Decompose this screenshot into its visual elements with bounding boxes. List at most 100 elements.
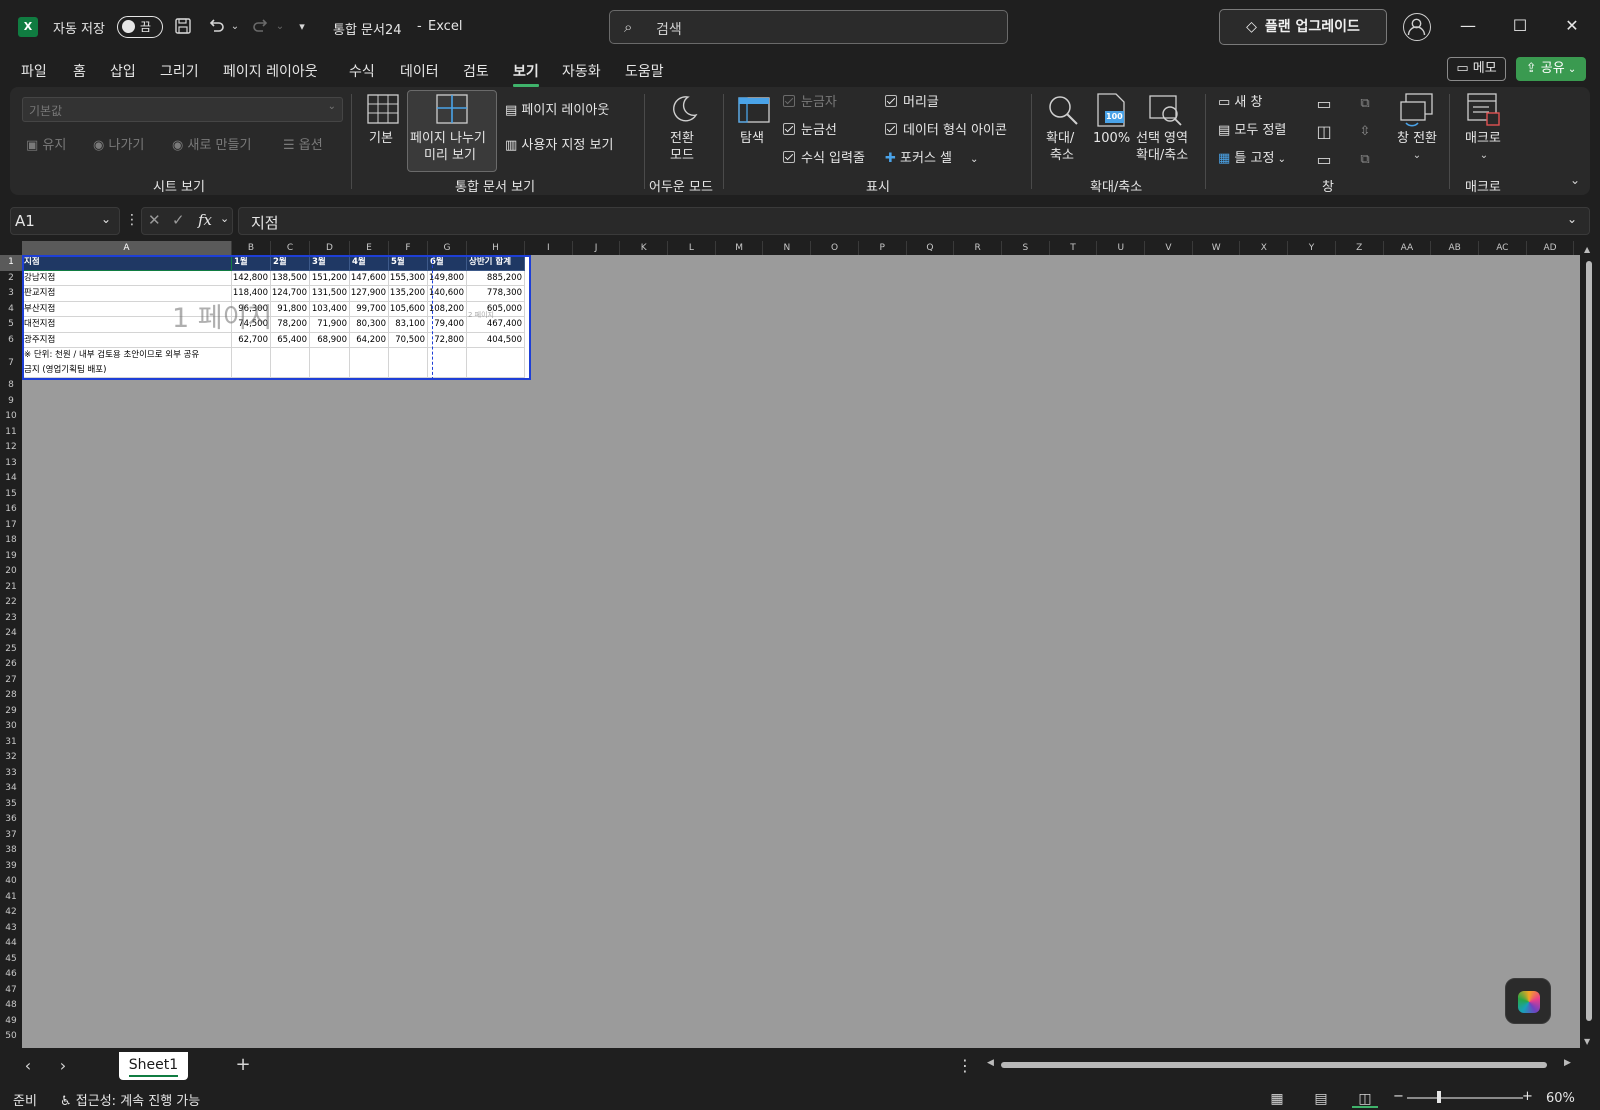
tab-page-layout[interactable]: 페이지 레이아웃 xyxy=(223,61,318,81)
sync-scroll-icon[interactable]: ⇳ xyxy=(1355,122,1375,142)
scroll-up-icon[interactable]: ▲ xyxy=(1584,245,1590,254)
switch-mode-label-2[interactable]: 모드 xyxy=(670,148,694,164)
row-header[interactable]: 27 xyxy=(0,673,22,689)
row-header[interactable]: 45 xyxy=(0,952,22,968)
row-header[interactable]: 37 xyxy=(0,828,22,844)
table-cell[interactable]: 155,300 xyxy=(389,270,428,286)
row-header[interactable]: 34 xyxy=(0,781,22,797)
share-button[interactable]: ⇪ 공유 ⌄ xyxy=(1516,57,1586,81)
row-header[interactable]: 15 xyxy=(0,487,22,503)
minimize-icon[interactable]: — xyxy=(1456,14,1480,38)
table-header-cell[interactable]: 6월 xyxy=(428,255,467,271)
scroll-right-icon[interactable]: ▶ xyxy=(1564,1058,1571,1068)
column-header[interactable]: AA xyxy=(1384,241,1432,255)
row-header[interactable]: 1 xyxy=(0,255,22,271)
column-header[interactable]: V xyxy=(1145,241,1193,255)
column-header[interactable]: AC xyxy=(1479,241,1527,255)
zoom-selection-label-2[interactable]: 확대/축소 xyxy=(1136,148,1188,164)
column-header[interactable]: T xyxy=(1050,241,1098,255)
gridlines-checkbox[interactable]: 눈금선 xyxy=(783,123,837,139)
column-header[interactable]: L xyxy=(668,241,716,255)
row-header[interactable]: 46 xyxy=(0,967,22,983)
horizontal-scrollbar[interactable] xyxy=(987,1060,1572,1070)
table-cell[interactable]: 127,900 xyxy=(350,286,389,302)
upgrade-plan-button[interactable]: ◇ 플랜 업그레이드 xyxy=(1219,9,1387,45)
row-header[interactable]: 40 xyxy=(0,874,22,890)
row-header[interactable]: 29 xyxy=(0,704,22,720)
redo-icon[interactable] xyxy=(250,16,272,41)
row-header[interactable]: 44 xyxy=(0,936,22,952)
row-header[interactable]: 5 xyxy=(0,317,22,333)
macros-icon[interactable] xyxy=(1467,93,1501,127)
zoom-in-icon[interactable]: + xyxy=(1522,1089,1533,1104)
navigation-pane-icon[interactable] xyxy=(738,97,770,123)
tab-automate[interactable]: 자동화 xyxy=(562,61,601,81)
column-header[interactable]: U xyxy=(1097,241,1146,255)
column-header[interactable]: N xyxy=(764,241,812,255)
row-header[interactable]: 43 xyxy=(0,921,22,937)
row-header[interactable]: 42 xyxy=(0,905,22,921)
row-header[interactable]: 35 xyxy=(0,797,22,813)
row-header[interactable]: 10 xyxy=(0,409,22,425)
row-header[interactable]: 30 xyxy=(0,719,22,735)
row-header[interactable]: 6 xyxy=(0,333,22,349)
column-header[interactable]: I xyxy=(525,241,573,255)
switch-windows-label[interactable]: 창 전환 xyxy=(1397,131,1437,147)
headings-checkbox[interactable]: 머리글 xyxy=(885,95,939,111)
undo-dropdown-icon[interactable]: ⌄ xyxy=(229,17,241,37)
column-header[interactable]: X xyxy=(1241,241,1289,255)
page-layout-button[interactable]: ▤ 페이지 레이아웃 xyxy=(505,103,609,119)
freeze-panes-button[interactable]: ▦ 틀 고정 ⌄ xyxy=(1218,151,1286,168)
formula-input[interactable]: 지점 ⌄ xyxy=(238,207,1590,235)
cancel-icon[interactable]: ✕ xyxy=(148,211,161,229)
column-header[interactable]: J xyxy=(573,241,621,255)
row-header[interactable]: 38 xyxy=(0,843,22,859)
tab-file[interactable]: 파일 xyxy=(21,61,47,81)
column-header[interactable]: B xyxy=(232,241,271,255)
column-header[interactable]: C xyxy=(271,241,310,255)
row-header[interactable]: 7 xyxy=(0,348,22,378)
table-cell[interactable]: 강남지점 xyxy=(22,270,232,286)
row-header[interactable]: 28 xyxy=(0,688,22,704)
data-format-icons-checkbox[interactable]: 데이터 형식 아이콘 xyxy=(885,123,1007,139)
normal-view-label[interactable]: 기본 xyxy=(369,131,393,147)
table-cell[interactable]: 70,500 xyxy=(389,332,428,348)
row-header[interactable]: 31 xyxy=(0,735,22,751)
focus-cell-button[interactable]: ✚ 포커스 셀 ⌄ xyxy=(885,151,978,168)
table-cell[interactable]: 72,800 xyxy=(428,332,467,348)
zoom-slider-thumb[interactable] xyxy=(1437,1091,1441,1103)
row-header[interactable]: 4 xyxy=(0,302,22,318)
table-header-cell[interactable]: 4월 xyxy=(350,255,389,271)
split-icon[interactable]: ▭ xyxy=(1314,94,1334,114)
row-header[interactable]: 8 xyxy=(0,378,22,394)
table-cell[interactable]: 147,600 xyxy=(350,270,389,286)
table-header-cell[interactable]: 상반기 합계 xyxy=(467,255,525,271)
ribbon-collapse-icon[interactable]: ⌄ xyxy=(1565,170,1585,190)
chevron-down-icon[interactable]: ⌄ xyxy=(1477,146,1491,166)
row-header[interactable]: 48 xyxy=(0,998,22,1014)
table-header-cell[interactable]: 3월 xyxy=(310,255,350,271)
normal-view-icon[interactable] xyxy=(367,94,399,124)
new-window-button[interactable]: ▭ 새 창 xyxy=(1218,95,1262,111)
row-header[interactable]: 25 xyxy=(0,642,22,658)
zoom-out-icon[interactable]: − xyxy=(1393,1089,1404,1104)
table-cell[interactable]: 65,400 xyxy=(271,332,310,348)
row-header[interactable]: 21 xyxy=(0,580,22,596)
tab-data[interactable]: 데이터 xyxy=(400,61,439,81)
column-header[interactable]: M xyxy=(716,241,764,255)
custom-views-button[interactable]: ▥ 사용자 지정 보기 xyxy=(505,138,613,154)
table-header-cell[interactable]: 5월 xyxy=(389,255,428,271)
row-header[interactable]: 19 xyxy=(0,549,22,565)
tab-view[interactable]: 보기 xyxy=(513,61,539,87)
save-icon[interactable] xyxy=(173,17,193,40)
row-header[interactable]: 18 xyxy=(0,533,22,549)
row-header[interactable]: 9 xyxy=(0,394,22,410)
zoom-icon[interactable] xyxy=(1046,93,1080,127)
zoom-label-2[interactable]: 축소 xyxy=(1050,148,1074,164)
column-header[interactable]: D xyxy=(310,241,350,255)
table-cell[interactable]: 105,600 xyxy=(389,301,428,317)
zoom-selection-label-1[interactable]: 선택 영역 xyxy=(1136,131,1188,147)
row-header[interactable]: 41 xyxy=(0,890,22,906)
table-cell[interactable]: 99,700 xyxy=(350,301,389,317)
chevron-down-icon[interactable]: ⌄ xyxy=(220,212,229,225)
